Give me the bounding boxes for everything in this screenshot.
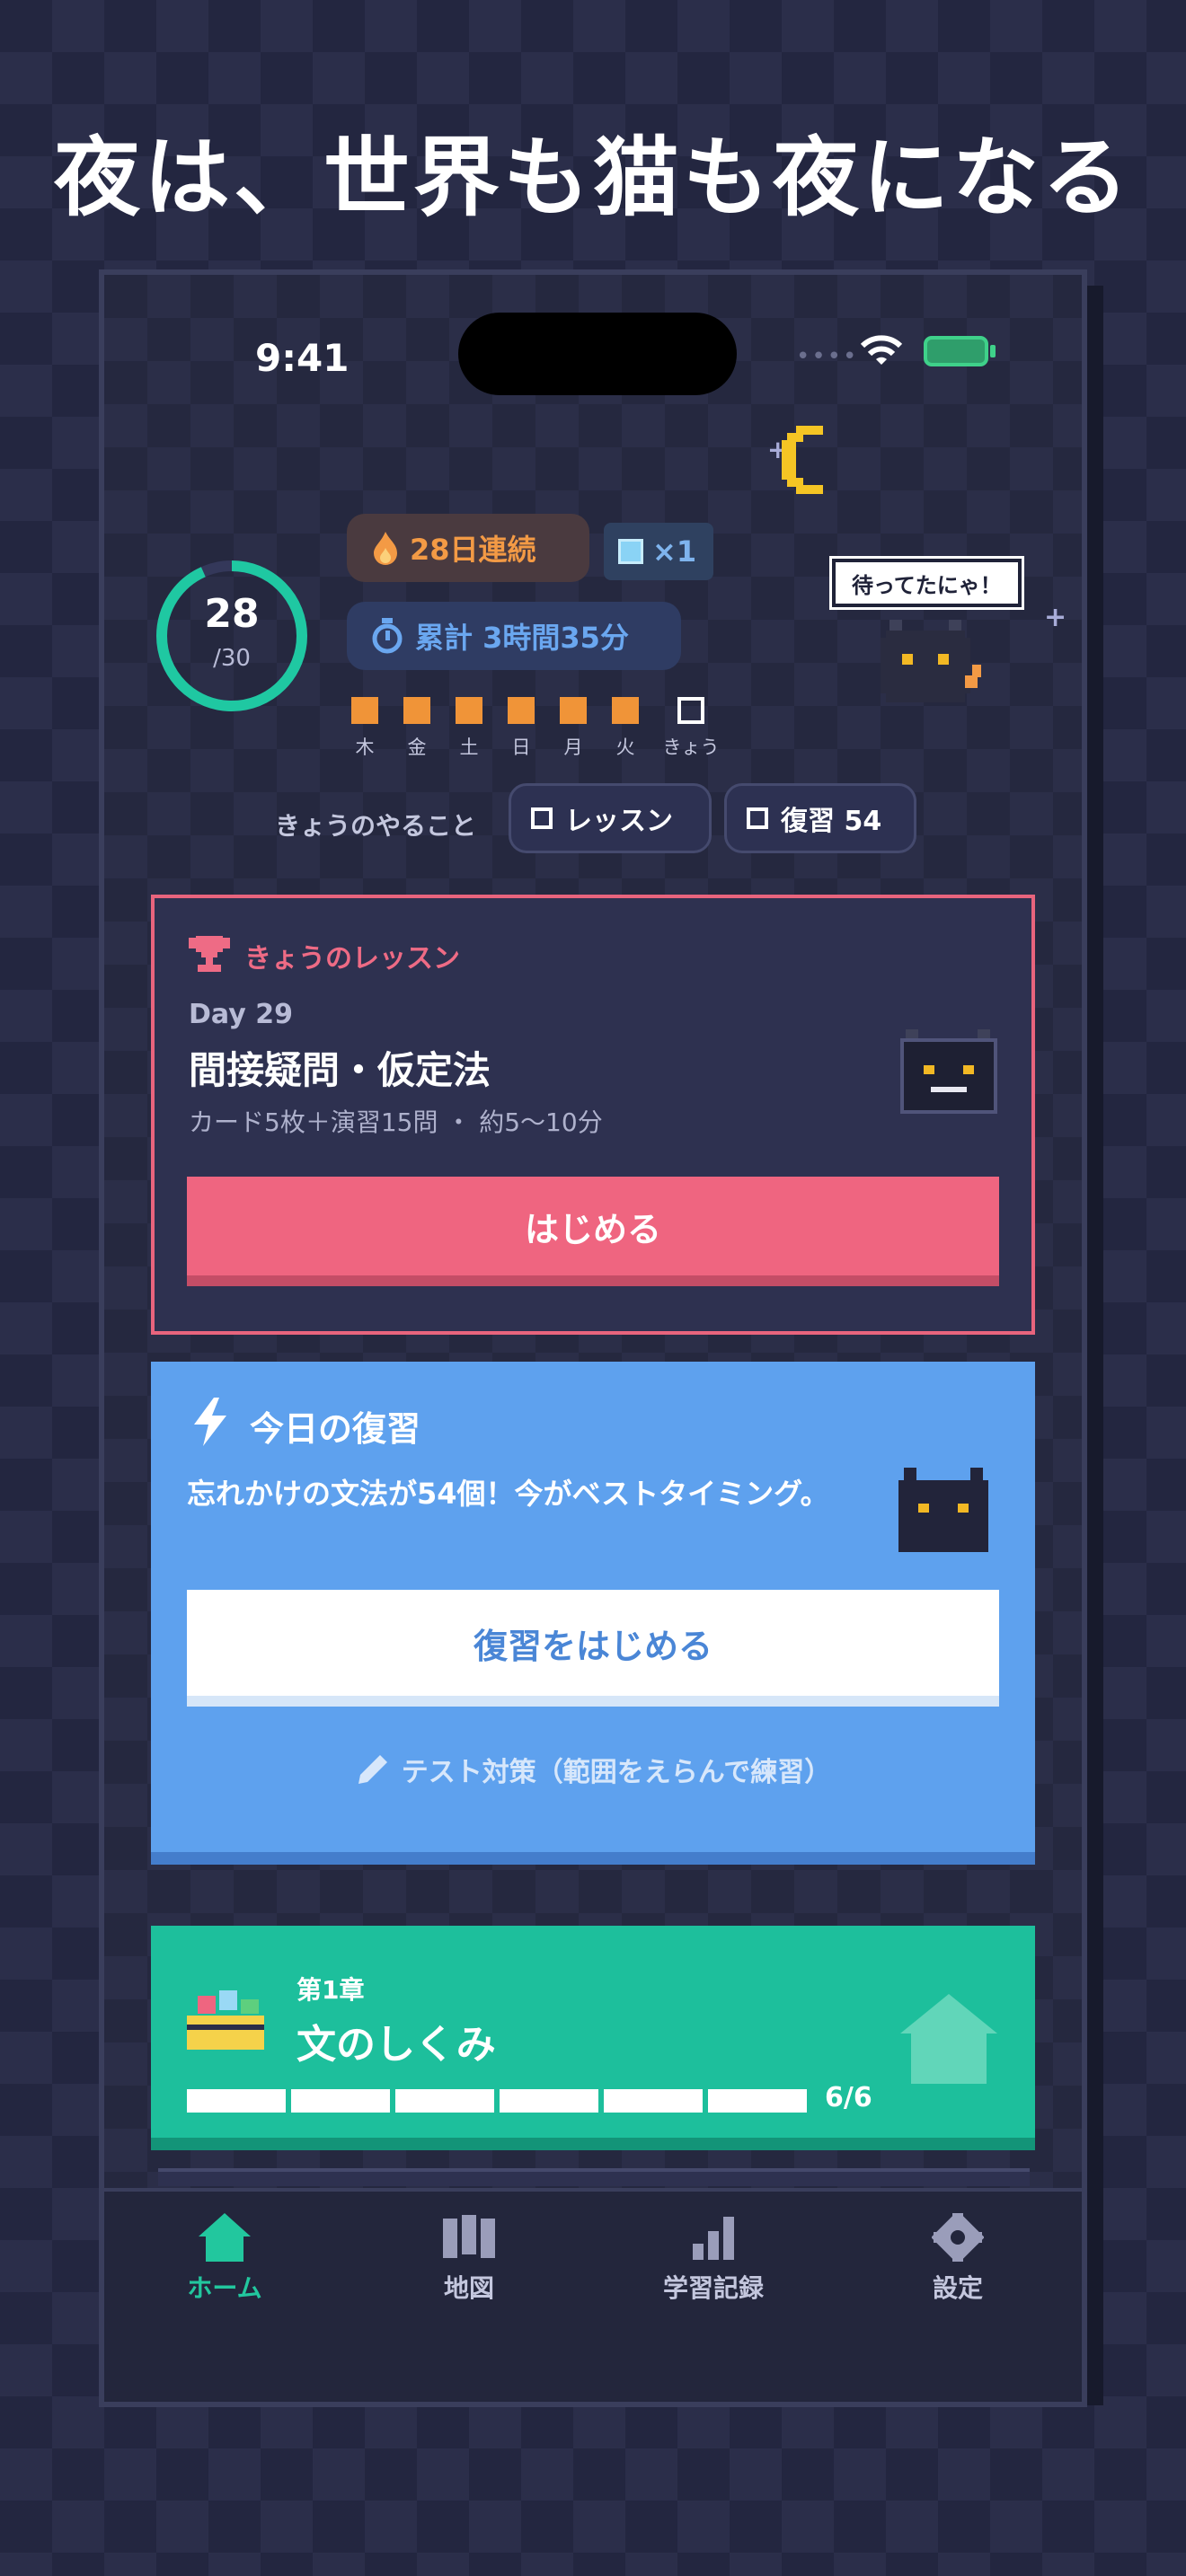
tab-home[interactable]: ホーム [144,2213,305,2305]
cat-icon [900,1029,997,1114]
progress-segment [500,2089,598,2113]
todo-label: きょうのやること [275,811,477,841]
progress-segment [708,2089,807,2113]
tab-label: ホーム [187,2273,262,2303]
wifi-icon [860,335,903,365]
total-time-text: 累計 3時間35分 [415,621,629,655]
pencil-icon [358,1755,387,1784]
week-day: 土 [451,697,487,760]
chip-label: レッスン [565,806,673,837]
trophy-icon [189,936,230,972]
streak-badge: 28日連続 [347,514,589,582]
cat-icon[interactable] [881,620,997,719]
progress-segment [395,2089,494,2113]
signal-icon: •••• [796,343,859,370]
tab-records[interactable]: 学習記録 [633,2213,794,2305]
flame-icon [374,532,397,565]
chapter-progress-bar [187,2089,812,2113]
review-title: 今日の復習 [250,1409,421,1449]
ring-value: 28 [204,591,260,637]
week-day: 日 [503,697,539,760]
chapter-title: 文のしくみ [296,2022,496,2068]
lesson-day: Day 29 [189,999,293,1030]
tab-label: 地図 [443,2273,494,2303]
week-day: 火 [607,697,643,760]
lightning-icon [194,1398,226,1446]
tab-bar: ホーム 地図 学習記録 設定 [104,2188,1082,2402]
ring-total: /30 [213,645,251,672]
test-practice-link[interactable]: テスト対策（範囲をえらんで練習） [151,1750,1035,1789]
week-day: 木 [347,697,383,760]
week-day: 月 [555,697,591,760]
week-day: 金 [399,697,435,760]
cat-speech-bubble: 待ってたにゃ！ [829,556,1024,610]
battery-icon [924,336,988,366]
phone-frame: 9:41 •••• + + 28 /30 28日連続 ×1 累計 3時間35分 … [99,269,1087,2407]
week-day-today: きょう [659,697,722,760]
map-icon [443,2215,495,2258]
start-review-button[interactable]: 復習をはじめる [187,1590,999,1707]
week-streak: 木 金 土 日 月 火 きょう [347,697,722,760]
test-link-label: テスト対策（範囲をえらんで練習） [401,1757,832,1788]
next-card-peek [158,2168,1030,2186]
review-body: 忘れかけの文法が54個！今がベストタイミング。 [187,1477,829,1511]
dynamic-island [458,313,737,395]
tab-map[interactable]: 地図 [388,2213,550,2305]
house-icon [900,1994,997,2084]
gear-icon [932,2213,984,2262]
headline: 夜は、世界も猫も夜になる [54,128,1132,228]
gem-badge: ×1 [604,523,713,580]
lesson-title: 間接疑問・仮定法 [189,1048,491,1092]
chapter-progress-text: 6/6 [825,2082,872,2113]
checkbox-icon [747,807,768,829]
sparkle-icon: + [1044,602,1067,633]
progress-segment [604,2089,703,2113]
home-icon [199,2213,251,2262]
stats-icon [693,2217,734,2260]
todo-review-chip[interactable]: 復習 54 [724,783,916,853]
lesson-tag: きょうのレッスン [244,943,460,975]
chapter-number: 第1章 [296,1975,365,2005]
start-lesson-button[interactable]: はじめる [187,1177,999,1286]
checkbox-icon [531,807,553,829]
total-time-badge: 累計 3時間35分 [347,602,681,670]
lesson-meta: カード5枚＋演習15問 ・ 約5〜10分 [189,1107,603,1137]
status-time: 9:41 [255,336,350,380]
tab-label: 学習記録 [662,2273,764,2303]
tab-label: 設定 [932,2273,983,2303]
moon-icon [782,426,823,494]
gem-icon [618,539,643,564]
review-card: 今日の復習 忘れかけの文法が54個！今がベストタイミング。 復習をはじめる テス… [151,1362,1035,1865]
lesson-card[interactable]: きょうのレッスン Day 29 間接疑問・仮定法 カード5枚＋演習15問 ・ 約… [151,895,1035,1335]
battery-nub [990,345,996,357]
treasure-chest-icon [187,1990,264,2050]
chip-label: 復習 54 [781,806,882,837]
gem-count: ×1 [652,534,697,569]
stopwatch-icon [372,618,403,654]
streak-text: 28日連続 [410,533,536,567]
progress-segment [187,2089,286,2113]
chapter-card[interactable]: 第1章 文のしくみ 6/6 [151,1926,1035,2150]
cat-icon [898,1468,988,1552]
progress-segment [291,2089,390,2113]
todo-lesson-chip[interactable]: レッスン [509,783,712,853]
tab-settings[interactable]: 設定 [877,2213,1039,2305]
